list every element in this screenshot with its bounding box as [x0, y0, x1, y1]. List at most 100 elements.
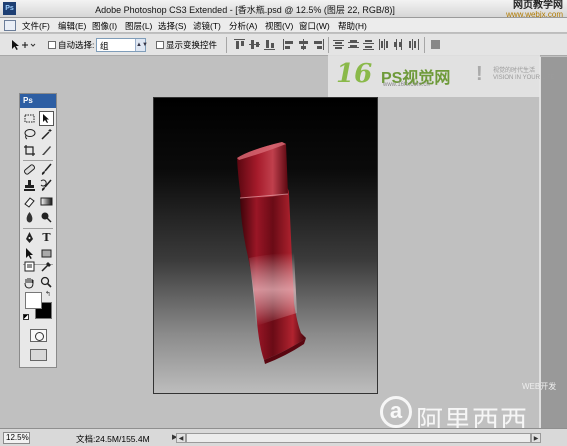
tool-separator — [23, 228, 53, 229]
auto-select-dropdown[interactable]: 组 ▲▼ — [96, 38, 148, 52]
lasso-tool[interactable] — [22, 127, 37, 142]
panel-dock-divider[interactable] — [539, 57, 541, 428]
bandage-icon — [23, 164, 36, 175]
default-colors-icon[interactable] — [23, 314, 29, 320]
gradient-icon — [40, 197, 53, 206]
separator — [328, 37, 329, 53]
distribute-horizontal-centers-icon[interactable] — [393, 39, 404, 50]
type-t-icon: T — [42, 231, 51, 244]
distribute-left-edges-icon[interactable] — [378, 39, 389, 50]
history-brush-icon — [40, 179, 52, 191]
panel-dock-strip — [539, 57, 567, 428]
status-bar: 12.5% 文档:24.5M/155.4M ▶ ◀ ▶ — [0, 428, 567, 446]
spot-healing-brush-tool[interactable] — [22, 162, 37, 177]
menu-filter[interactable]: 滤镜(T) — [193, 20, 221, 32]
auto-align-layers-icon[interactable] — [430, 39, 441, 50]
lasso-icon — [24, 129, 36, 140]
crop-icon — [24, 145, 35, 156]
distribute-top-edges-icon[interactable] — [333, 39, 344, 50]
gradient-tool[interactable] — [39, 194, 54, 209]
foreground-color-swatch[interactable] — [25, 292, 42, 309]
menu-view[interactable]: 视图(V) — [265, 20, 293, 32]
ps-logo-url: www.16fs.com.cn — [383, 82, 430, 88]
menu-layer[interactable]: 图层(L) — [125, 20, 152, 32]
brush-tool[interactable] — [39, 162, 54, 177]
distribute-vertical-centers-icon[interactable] — [348, 39, 359, 50]
distribute-right-edges-icon[interactable] — [408, 39, 419, 50]
move-icon — [12, 40, 36, 50]
document-size-info[interactable]: 文档:24.5M/155.4M — [76, 433, 150, 445]
zoom-level-field[interactable]: 12.5% — [3, 432, 30, 444]
document-icon[interactable] — [4, 20, 16, 31]
distribute-bottom-edges-icon[interactable] — [363, 39, 374, 50]
menu-edit[interactable]: 编辑(E) — [58, 20, 86, 32]
align-bottom-edges-icon[interactable] — [264, 39, 275, 50]
pen-nib-icon — [26, 232, 33, 243]
magic-wand-icon — [41, 129, 52, 140]
align-left-edges-icon[interactable] — [283, 39, 294, 50]
eraser-tool[interactable] — [22, 194, 37, 209]
menu-window[interactable]: 窗口(W) — [299, 20, 330, 32]
show-transform-label: 显示变换控件 — [166, 40, 218, 50]
blur-tool[interactable] — [22, 210, 37, 225]
zoom-tool[interactable] — [39, 275, 54, 290]
magnifier-icon — [40, 276, 52, 288]
eyedropper-icon — [41, 262, 51, 272]
water-drop-icon — [26, 212, 33, 223]
title-bar: Ps Adobe Photoshop CS3 Extended - [香水瓶.p… — [0, 0, 567, 20]
toolbox-header[interactable]: Ps — [20, 94, 56, 108]
ps-logo-tagline-en: VISION IN YOUR LIFE — [493, 75, 555, 81]
align-horizontal-centers-icon[interactable] — [298, 39, 309, 50]
scroll-right-icon[interactable]: ▶ — [531, 433, 541, 443]
site-watermark: 网页教学网 www.webjx.com — [506, 1, 563, 20]
auto-select-label: 自动选择: — [58, 40, 95, 50]
ps-site-logo: 16 PS视觉网 www.16fs.com.cn ! 视觉的时代生活 VISIO… — [328, 55, 554, 97]
menu-file[interactable]: 文件(F) — [22, 20, 50, 32]
history-brush-tool[interactable] — [39, 178, 54, 193]
notes-tool[interactable] — [22, 259, 37, 274]
dodge-icon — [41, 212, 52, 223]
ps-logo-number: 16 — [336, 59, 373, 89]
clone-stamp-tool[interactable] — [22, 178, 37, 193]
perfume-bottle-image — [237, 142, 306, 364]
show-transform-checkbox[interactable] — [156, 41, 164, 49]
scroll-left-icon[interactable]: ◀ — [176, 433, 186, 443]
menu-analysis[interactable]: 分析(A) — [229, 20, 257, 32]
brush-icon — [41, 163, 52, 175]
align-top-edges-icon[interactable] — [234, 39, 245, 50]
separator — [424, 37, 425, 53]
align-right-edges-icon[interactable] — [313, 39, 324, 50]
note-icon — [24, 261, 35, 272]
crop-tool[interactable] — [22, 143, 37, 158]
pen-tool[interactable] — [22, 230, 37, 245]
auto-select-value: 组 — [100, 41, 109, 51]
rectangular-marquee-tool[interactable] — [22, 111, 37, 126]
toolbox: Ps T ↰ — [19, 93, 57, 368]
photoshop-app-icon[interactable]: Ps — [3, 2, 16, 15]
quick-mask-button[interactable] — [30, 329, 47, 342]
menu-select[interactable]: 选择(S) — [158, 20, 186, 32]
ps-logo-exclamation-icon: ! — [476, 63, 483, 85]
web-dev-watermark: WEB开发 — [522, 382, 557, 391]
slice-tool[interactable] — [39, 143, 54, 158]
ps-logo-tagline: 视觉的时代生活 VISION IN YOUR LIFE — [493, 68, 554, 82]
move-tool-preset-button[interactable] — [8, 38, 36, 52]
swap-colors-icon[interactable]: ↰ — [45, 290, 51, 298]
menu-help[interactable]: 帮助(H) — [338, 20, 367, 32]
dropdown-arrow-icon: ▲▼ — [135, 39, 148, 51]
type-tool[interactable]: T — [39, 230, 54, 245]
screen-mode-button[interactable] — [30, 349, 47, 361]
move-tool[interactable] — [39, 111, 54, 126]
ps-logo-tagline-cn: 视觉的时代生活 — [493, 68, 536, 74]
marquee-icon — [24, 114, 35, 123]
separator — [226, 37, 227, 53]
eyedropper-tool[interactable] — [39, 259, 54, 274]
auto-select-checkbox[interactable] — [48, 41, 56, 49]
dodge-tool[interactable] — [39, 210, 54, 225]
align-vertical-centers-icon[interactable] — [249, 39, 260, 50]
magic-wand-tool[interactable] — [39, 127, 54, 142]
hand-tool[interactable] — [22, 275, 37, 290]
menu-image[interactable]: 图像(I) — [92, 20, 117, 32]
document-canvas[interactable] — [153, 97, 378, 394]
horizontal-scrollbar[interactable] — [186, 433, 531, 443]
